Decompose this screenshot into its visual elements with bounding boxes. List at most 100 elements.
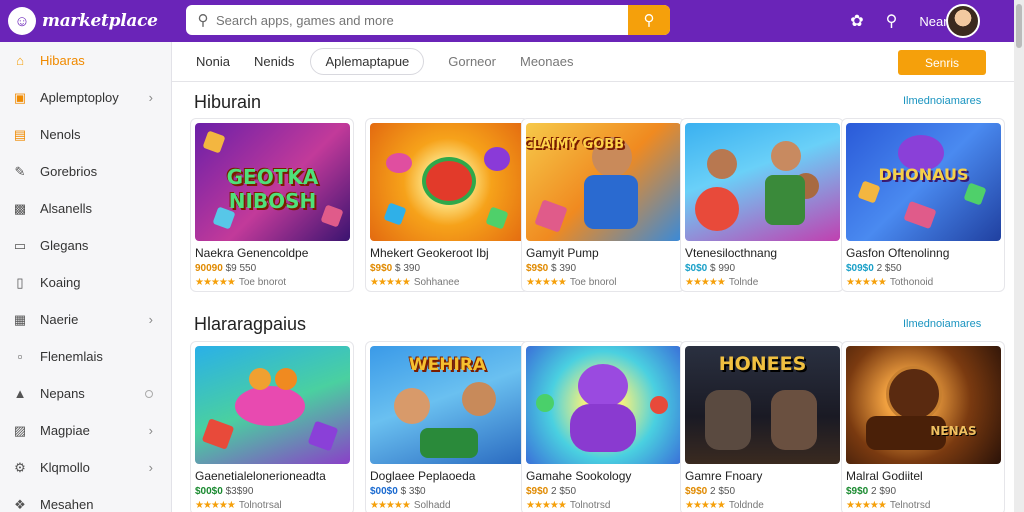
primary-action-button[interactable]: Senris <box>898 50 986 75</box>
sidebar-item-puzzle[interactable]: ❖ Mesahen <box>0 486 171 512</box>
card-price: $9$0 $ 390 <box>370 263 524 274</box>
app-card[interactable]: CLAIMY GOBB Gamyit Pump $9$0 $ 390 ★★★★★… <box>521 118 685 292</box>
price-primary: $00$0 <box>370 486 398 497</box>
bag-icon: ▤ <box>13 126 27 142</box>
search-icon[interactable]: ⚲ <box>886 11 898 31</box>
app-card[interactable]: HONEES Gamre Fnoary $9$0 2 $50 ★★★★★ Told… <box>680 341 844 512</box>
tab-aplemaptapue[interactable]: Aplemaptapue <box>310 48 425 75</box>
card-price: $00$0 $3$90 <box>195 486 349 497</box>
gear-icon: ⚙ <box>14 459 26 475</box>
settings-icon[interactable]: ✿ <box>850 11 863 31</box>
app-card[interactable]: Vtenesilocthnang $0$0 $ 990 ★★★★★ Tolnde <box>680 118 844 292</box>
star-rating-icon: ★★★★★ <box>846 500 887 511</box>
price-secondary: 2 $90 <box>871 486 897 497</box>
app-thumbnail: DHONAUS <box>846 123 1001 241</box>
sidebar-item-gift[interactable]: ▨ Magpiae › <box>0 412 171 449</box>
sidebar-item-bag[interactable]: ▤ Nenols <box>0 116 171 153</box>
sidebar-item-label: Hibaras <box>40 53 85 68</box>
thumbnail-text: DHONAUS <box>878 165 969 185</box>
sidebar-item-person[interactable]: ▲ Nepans <box>0 375 171 412</box>
card-rating: ★★★★★ Toldnde <box>685 500 839 511</box>
chevron-right-icon: › <box>148 90 153 105</box>
price-secondary: $9 550 <box>225 263 257 274</box>
app-card[interactable]: Gamahe Sookology $9$0 2 $50 ★★★★★ Tolnotr… <box>521 341 685 512</box>
tab-gorneor[interactable]: Gorneor <box>448 54 496 69</box>
card-icon: ▭ <box>13 237 27 253</box>
sidebar-item-screen[interactable]: ▫ Flenemlais <box>0 338 171 375</box>
price-primary: $0$0 <box>685 263 708 274</box>
see-more-link[interactable]: Ilmednoiamares <box>903 95 981 107</box>
search-bar: ⚲ ⚲ <box>186 5 670 35</box>
sidebar-item-monitor[interactable]: ▩ Alsanells <box>0 190 171 227</box>
app-card[interactable]: WEHIRA Doglaee Peplaoeda $00$0 $ 3$0 ★★★… <box>365 341 529 512</box>
card-rating: ★★★★★ Toe bnorol <box>526 277 680 288</box>
star-rating-icon: ★★★★★ <box>195 277 236 288</box>
gift-icon: ▨ <box>13 422 27 438</box>
card-price: $9$0 $ 390 <box>526 263 680 274</box>
star-rating-icon: ★★★★★ <box>526 277 567 288</box>
star-rating-icon: ★★★★★ <box>685 277 726 288</box>
home-icon: ⌂ <box>16 53 24 68</box>
search-input[interactable] <box>216 5 628 35</box>
price-primary: $9$0 <box>370 263 393 274</box>
sidebar-item-home[interactable]: ⌂ Hibaras <box>0 42 171 79</box>
person-icon: ▲ <box>13 386 27 401</box>
card-title: Gamahe Sookology <box>526 469 632 483</box>
price-primary: $9$0 <box>846 486 869 497</box>
card-rating: ★★★★★ Tolnotrsal <box>195 500 349 511</box>
app-thumbnail <box>195 346 350 464</box>
review-text: Sohhanee <box>413 277 460 288</box>
card-title: Naekra Genencoldpe <box>195 246 309 260</box>
sidebar-item-apps[interactable]: ▣ Aplemptoploy › <box>0 79 171 116</box>
section-title: Hlararagpaius <box>194 314 307 334</box>
app-logo[interactable]: ☺ marketplace <box>8 7 178 35</box>
scrollbar-thumb[interactable] <box>1016 4 1022 48</box>
card-title: Malral Godiitel <box>846 469 923 483</box>
price-secondary: $3$90 <box>225 486 254 497</box>
sidebar-item-card[interactable]: ▭ Glegans <box>0 227 171 264</box>
sidebar-item-label: Glegans <box>40 238 89 253</box>
thumbnail-text: GEOTKA NIBOSH <box>226 165 319 214</box>
tab-nonia[interactable]: Nonia <box>196 54 230 69</box>
see-more-link[interactable]: Ilmednoiamares <box>903 318 981 330</box>
avatar[interactable] <box>946 4 980 38</box>
app-card[interactable]: NENAS Malral Godiitel $9$0 2 $90 ★★★★★ Te… <box>841 341 1005 512</box>
app-card[interactable]: DHONAUS Gasfon Oftenolinng $09$0 2 $50 ★… <box>841 118 1005 292</box>
thumbnail-text: WEHIRA <box>408 355 487 376</box>
star-rating-icon: ★★★★★ <box>195 500 236 511</box>
search-icon: ⚲ <box>643 12 655 29</box>
price-secondary: $ 990 <box>710 263 736 274</box>
puzzle-icon: ❖ <box>14 496 26 512</box>
review-text: Tothonoid <box>889 277 934 288</box>
card-title: Vtenesilocthnang <box>685 246 778 260</box>
price-secondary: 2 $50 <box>551 486 577 497</box>
sidebar-item-grid[interactable]: ▦ Naerie › <box>0 301 171 338</box>
review-text: Toe bnorot <box>238 277 287 288</box>
search-button[interactable]: ⚲ <box>628 5 670 35</box>
app-card[interactable]: GEOTKA NIBOSH Naekra Genencoldpe 90090 $… <box>190 118 354 292</box>
app-card[interactable]: Mhekert Geokeroot Ibj $9$0 $ 390 ★★★★★ So… <box>365 118 529 292</box>
tab-nenids[interactable]: Nenids <box>254 54 294 69</box>
grid-icon: ▦ <box>13 311 27 327</box>
card-price: $9$0 2 $50 <box>526 486 680 497</box>
tab-meonaes[interactable]: Meonaes <box>520 54 573 69</box>
review-text: Tolnotrsal <box>238 500 282 511</box>
chevron-right-icon: › <box>148 312 153 327</box>
star-rating-icon: ★★★★★ <box>526 500 567 511</box>
sidebar-item-brush[interactable]: ✎ Gorebrios <box>0 153 171 190</box>
card-price: $9$0 2 $90 <box>846 486 1000 497</box>
price-secondary: $ 3$0 <box>400 486 426 497</box>
price-secondary: 2 $50 <box>876 263 902 274</box>
sidebar-item-gear[interactable]: ⚙ Klqmollo › <box>0 449 171 486</box>
card-rating: ★★★★★ Tolnotrsd <box>526 500 680 511</box>
card-rating: ★★★★★ Toe bnorot <box>195 277 349 288</box>
card-title: Gamre Fnoary <box>685 469 763 483</box>
price-primary: 90090 <box>195 263 223 274</box>
card-price: $0$0 $ 990 <box>685 263 839 274</box>
scrollbar[interactable] <box>1014 0 1024 512</box>
sidebar-item-doc[interactable]: ▯ Koaing <box>0 264 171 301</box>
price-primary: $9$0 <box>526 263 549 274</box>
sidebar-item-label: Klqmollo <box>40 460 90 475</box>
sidebar-item-label: Koaing <box>40 275 81 290</box>
app-card[interactable]: Gaenetialelonerioneadta $00$0 $3$90 ★★★★… <box>190 341 354 512</box>
